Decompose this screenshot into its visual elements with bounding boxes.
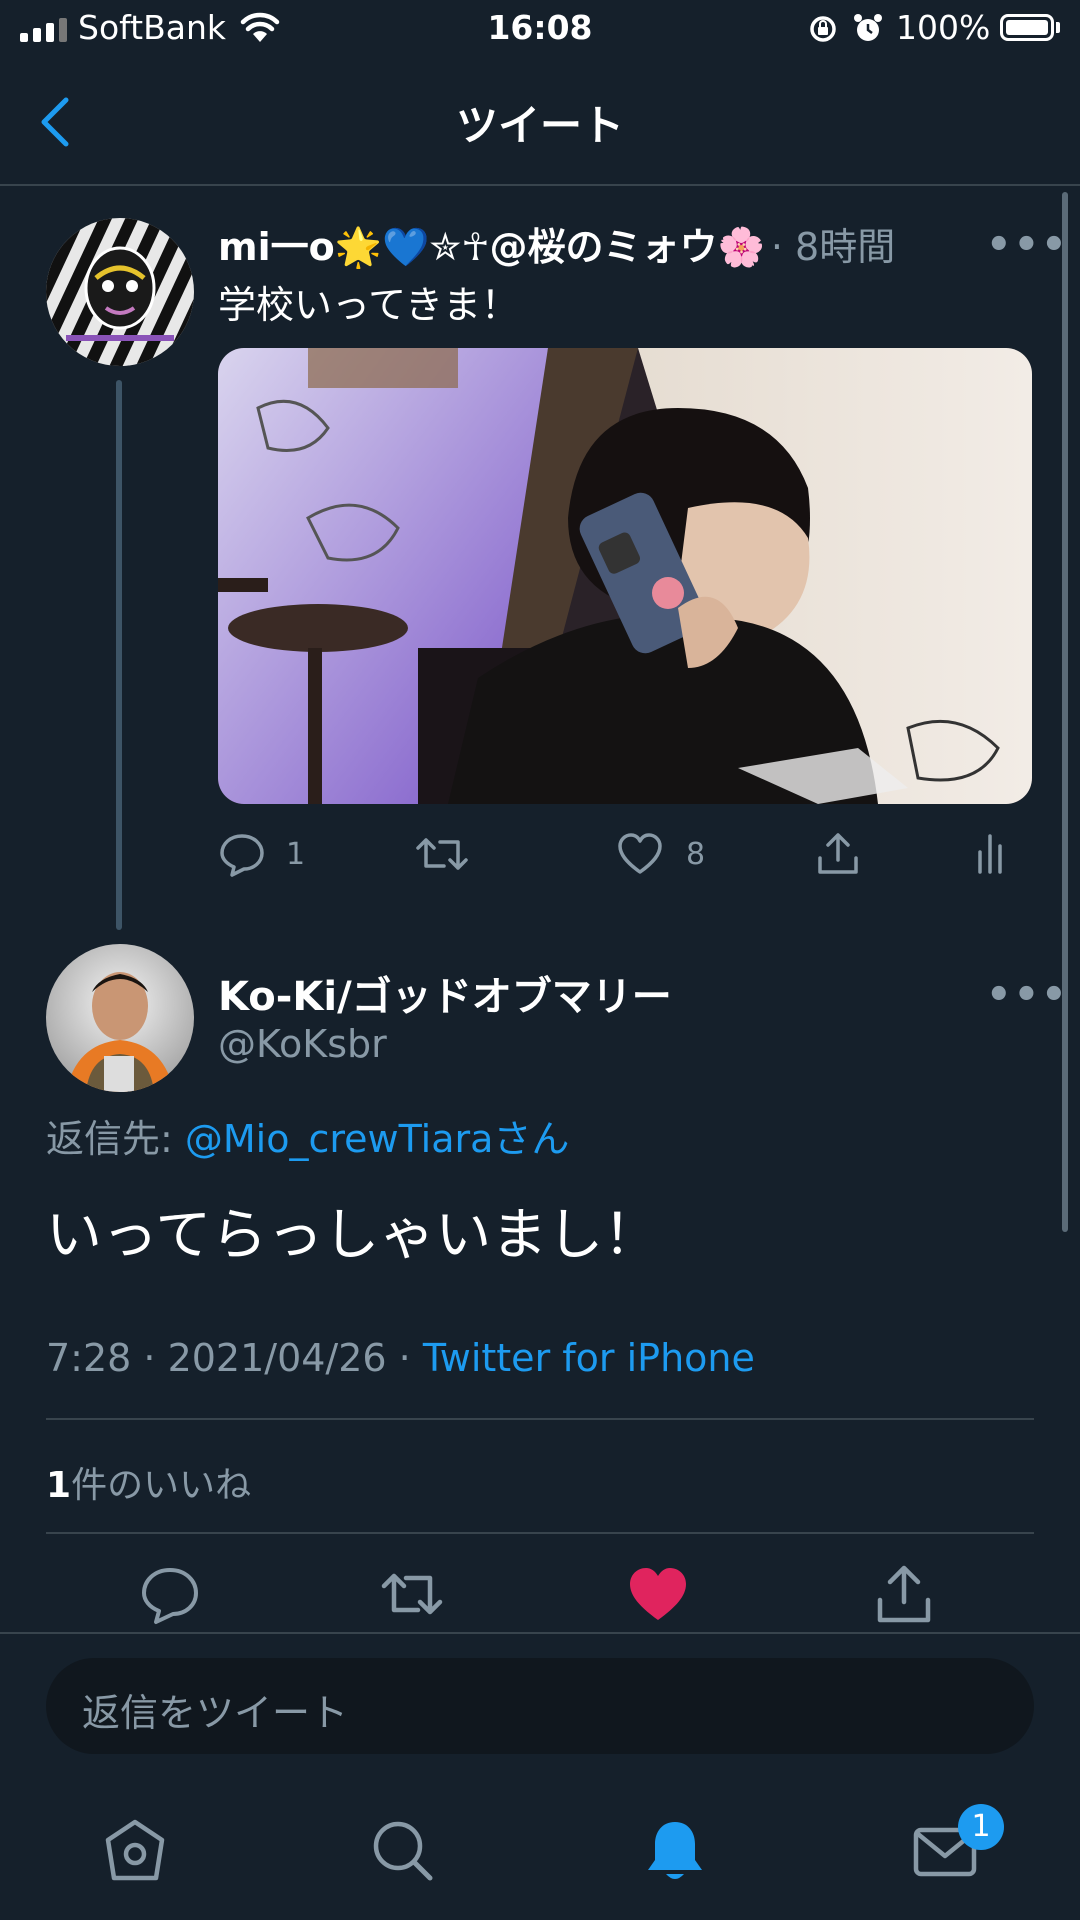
reply-input[interactable]: 返信をツイート bbox=[46, 1658, 1034, 1754]
retweet-icon[interactable] bbox=[380, 1562, 444, 1626]
reply-to-user-link[interactable]: @Mio_crewTiaraさん bbox=[185, 1117, 570, 1161]
parent-time: · 8時間 bbox=[770, 225, 896, 269]
tweet-text: いってらっしゃいまし！ bbox=[46, 1203, 660, 1268]
share-icon[interactable] bbox=[872, 1562, 936, 1626]
rotation-lock-icon bbox=[810, 16, 836, 42]
home-icon[interactable] bbox=[100, 1816, 170, 1886]
reply-count: 1 bbox=[286, 836, 306, 872]
retweet-action[interactable] bbox=[414, 822, 470, 886]
battery-icon bbox=[1000, 14, 1054, 41]
photo-image bbox=[218, 348, 1032, 804]
page-title: ツイート bbox=[455, 101, 624, 150]
avatar-image bbox=[46, 944, 194, 1092]
alarm-icon bbox=[854, 14, 882, 41]
parent-display-name[interactable]: mi一o🌟💙✮☥@桜のミォウ🌸 bbox=[218, 216, 765, 271]
share-action[interactable] bbox=[814, 822, 862, 886]
likes-summary[interactable]: 1件のいいね bbox=[46, 1456, 251, 1508]
analytics-action[interactable] bbox=[974, 822, 1010, 886]
tweet-timestamp: 7:28 · 2021/04/26 · bbox=[46, 1336, 423, 1380]
author-display-name[interactable]: Ko-Ki/ゴッドオブマリー bbox=[218, 964, 672, 1022]
parent-more-icon[interactable]: ••• bbox=[986, 222, 1069, 268]
footer-divider bbox=[0, 1632, 1080, 1634]
thread-line bbox=[116, 380, 122, 930]
reply-to-label: 返信先: bbox=[46, 1117, 185, 1161]
scrollbar[interactable] bbox=[1062, 192, 1068, 1232]
divider bbox=[46, 1532, 1034, 1534]
reply-to-line: 返信先: @Mio_crewTiaraさん bbox=[46, 1108, 569, 1163]
analytics-icon bbox=[978, 834, 1002, 874]
reply-input-placeholder: 返信をツイート bbox=[82, 1691, 349, 1735]
tweet-more-icon[interactable]: ••• bbox=[986, 972, 1069, 1018]
likes-count: 1 bbox=[46, 1465, 72, 1506]
search-icon[interactable] bbox=[368, 1816, 438, 1886]
likes-label: 件のいいね bbox=[71, 1465, 252, 1506]
author-avatar[interactable] bbox=[46, 944, 194, 1092]
divider bbox=[46, 1418, 1034, 1420]
author-handle[interactable]: @KoKsbr bbox=[218, 1022, 387, 1066]
heart-filled-icon[interactable] bbox=[626, 1562, 690, 1626]
reply-icon bbox=[220, 834, 264, 877]
tweet-meta: 7:28 · 2021/04/26 · Twitter for iPhone bbox=[46, 1336, 755, 1380]
reply-icon[interactable] bbox=[138, 1562, 202, 1626]
status-bar: SoftBank 16:08 100% bbox=[0, 0, 1080, 60]
tweet-photo[interactable] bbox=[218, 348, 1032, 804]
reply-action[interactable]: 1 bbox=[218, 822, 305, 886]
parent-avatar[interactable] bbox=[46, 218, 194, 366]
retweet-icon bbox=[416, 838, 468, 870]
share-icon bbox=[818, 833, 858, 874]
parent-tweet-text: 学校いってきま！ bbox=[218, 283, 519, 327]
like-action[interactable]: 8 bbox=[616, 822, 705, 886]
like-count: 8 bbox=[686, 836, 706, 872]
messages-badge: 1 bbox=[958, 1804, 1004, 1850]
tweet-source-link[interactable]: Twitter for iPhone bbox=[423, 1336, 755, 1380]
parent-author-line[interactable]: mi一o🌟💙✮☥@桜のミォウ🌸 · 8時間 bbox=[218, 216, 895, 271]
heart-outline-icon bbox=[618, 833, 662, 874]
battery-percent: 100% bbox=[896, 8, 991, 47]
avatar-image bbox=[46, 218, 194, 366]
notifications-bell-icon[interactable] bbox=[640, 1816, 710, 1886]
header-divider bbox=[0, 184, 1080, 186]
